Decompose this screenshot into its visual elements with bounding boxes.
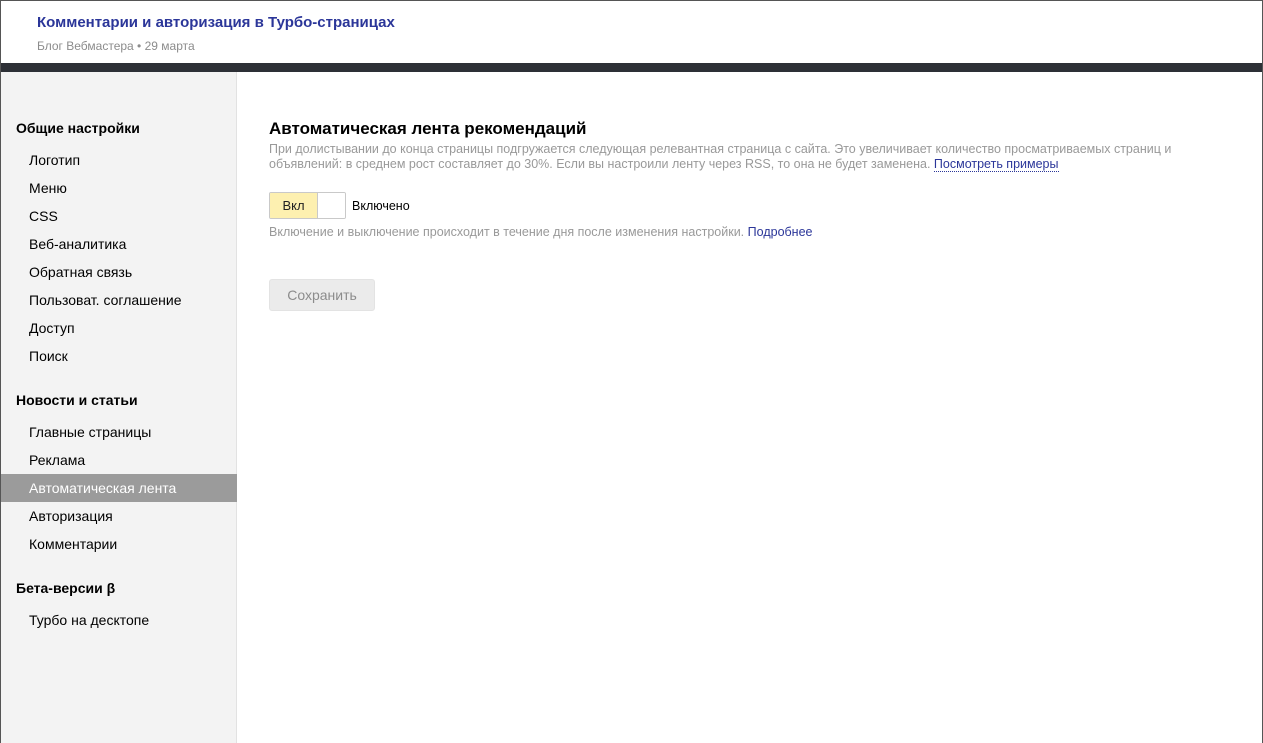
sidebar-item-web-analytics[interactable]: Веб-аналитика [1, 230, 237, 258]
sidebar-item-auto-feed[interactable]: Автоматическая лента [1, 474, 237, 502]
post-meta: Блог Вебмастера • 29 марта [37, 39, 195, 53]
post-title[interactable]: Комментарии и авторизация в Турбо-страни… [37, 14, 395, 31]
toggle-state-text: Включено [352, 199, 410, 213]
auto-feed-toggle[interactable]: Вкл [269, 192, 346, 219]
examples-link[interactable]: Посмотреть примеры [933, 157, 1059, 172]
sidebar-item-main-pages[interactable]: Главные страницы [1, 418, 237, 446]
sidebar-item-comments[interactable]: Комментарии [1, 530, 237, 558]
sidebar-item-search[interactable]: Поиск [1, 342, 237, 370]
header-divider-bar [1, 63, 1262, 72]
post-header: Комментарии и авторизация в Турбо-страни… [1, 1, 1262, 63]
sidebar-item-css[interactable]: CSS [1, 202, 237, 230]
settings-content: Автоматическая лента рекомендаций При до… [238, 72, 1262, 743]
sidebar-item-user-agreement[interactable]: Пользоват. соглашение [1, 286, 237, 314]
sidebar-item-menu[interactable]: Меню [1, 174, 237, 202]
sidebar-heading-beta: Бета-версии β [16, 580, 116, 596]
save-button[interactable]: Сохранить [269, 279, 375, 311]
sidebar-item-feedback[interactable]: Обратная связь [1, 258, 237, 286]
section-title: Автоматическая лента рекомендаций [269, 119, 587, 138]
more-link[interactable]: Подробнее [748, 225, 813, 239]
sidebar-item-ads[interactable]: Реклама [1, 446, 237, 474]
settings-sidebar: Общие настройки Логотип Меню CSS Веб-ана… [1, 72, 237, 743]
toggle-on-label: Вкл [270, 193, 317, 218]
toggle-knob [317, 193, 345, 218]
section-description: При долистывании до конца страницы подгр… [269, 142, 1229, 172]
sidebar-item-turbo-desktop[interactable]: Турбо на десктопе [1, 606, 237, 634]
sidebar-heading-general: Общие настройки [16, 120, 140, 136]
sidebar-item-authorization[interactable]: Авторизация [1, 502, 237, 530]
hint-text: Включение и выключение происходит в тече… [269, 225, 745, 239]
sidebar-item-access[interactable]: Доступ [1, 314, 237, 342]
toggle-hint: Включение и выключение происходит в тече… [269, 225, 812, 239]
sidebar-item-logo[interactable]: Логотип [1, 146, 237, 174]
sidebar-heading-news: Новости и статьи [16, 392, 138, 408]
